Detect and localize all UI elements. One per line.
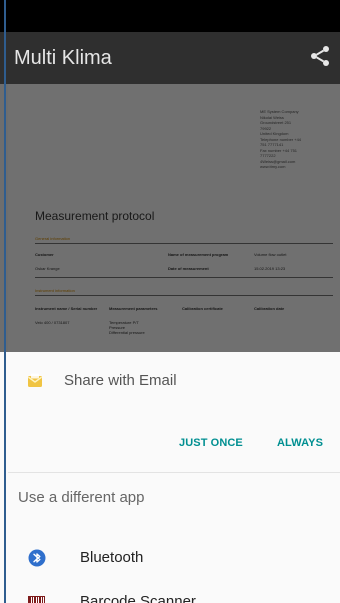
customer-value: Oskar Krange [35,266,60,271]
general-information-heading: General information [35,236,71,241]
measurement-program-label: Name of measurement program [168,252,229,257]
share-bottom-sheet: Share with Email JUST ONCE ALWAYS Use a … [8,352,340,603]
barcode-icon [28,596,45,603]
measurement-parameters-label: Measurement parameters [109,306,158,311]
left-edge-rule [4,0,6,603]
always-button[interactable]: ALWAYS [277,437,323,449]
measurement-parameters-value: Temperature P/T Pressure Differential pr… [109,320,145,335]
measurement-date-label: Date of measurement [168,266,209,271]
calibration-certificate-label: Calibration certificate [182,306,223,311]
app-title: Multi Klima [14,47,112,69]
app-bar: Multi Klima [0,32,340,84]
share-icon[interactable] [308,44,332,68]
general-information-divider [35,243,333,244]
bluetooth-label: Bluetooth [80,549,144,566]
screenshot-frame: Multi Klima ME System Company Nikolai We… [0,0,340,603]
calibration-date-label: Calibration date [254,306,285,311]
different-app-heading: Use a different app [18,489,145,506]
document-preview: ME System Company Nikolai Weiss Groundst… [8,84,340,352]
instrument-information-heading: Instrument information [35,288,75,293]
general-information-bottom-divider [35,277,333,278]
bluetooth-icon [28,549,46,567]
share-with-email-label: Share with Email [64,372,177,389]
instrument-name-label: Instrument name / Serial number [35,306,98,311]
email-app-icon [27,373,43,387]
share-with-email-option[interactable]: Share with Email [8,352,340,412]
customer-label: Customer [35,252,54,257]
status-bar [0,0,340,32]
instrument-name-value: Velo 400 / 0731807 [35,320,70,325]
app-option-barcode-scanner[interactable]: Barcode Scanner [8,573,340,603]
document-title: Measurement protocol [35,209,155,223]
share-sheet-divider [8,472,340,473]
instrument-information-divider [35,295,333,296]
company-contact-block: ME System Company Nikolai Weiss Groundst… [260,109,302,169]
barcode-scanner-label: Barcode Scanner [80,593,196,603]
measurement-program-value: Volume flow outlet [254,252,287,257]
measurement-date-value: 15.02.2019 13:23 [254,266,286,271]
just-once-button[interactable]: JUST ONCE [179,437,243,449]
